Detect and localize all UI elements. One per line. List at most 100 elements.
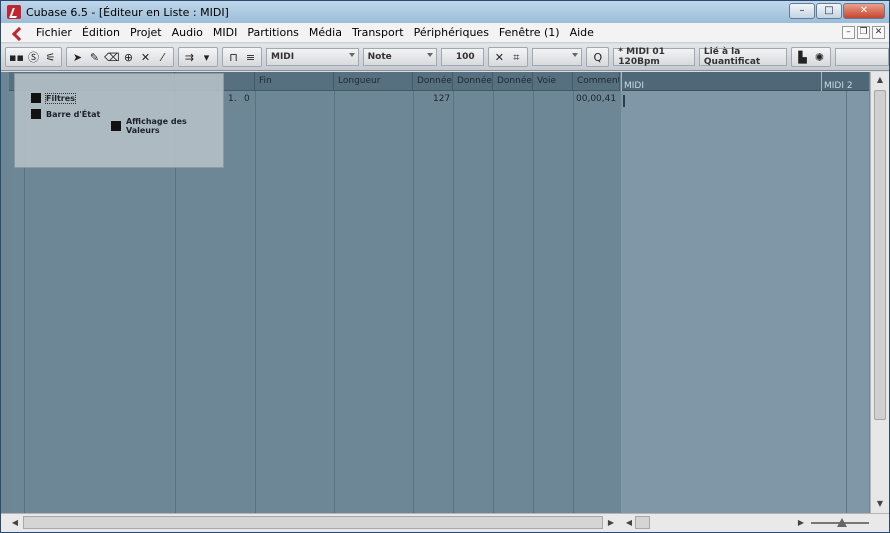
insert-velocity-value: 100 (455, 52, 475, 62)
autoscroll-dropdown-icon[interactable]: ▾ (199, 50, 214, 65)
menu-partitions[interactable]: Partitions (242, 26, 304, 39)
document-window-controls: – ❐ ✕ (842, 26, 885, 39)
column-divider (573, 91, 574, 513)
quantize-icon[interactable]: Q (590, 50, 605, 65)
show-part-borders-icon[interactable]: ⊓ (226, 50, 241, 65)
event-comment[interactable]: 00,00,41 (576, 94, 616, 104)
autoscroll-icon[interactable]: ⇉ (182, 50, 197, 65)
scroll-down-icon[interactable]: ▼ (874, 498, 886, 510)
scroll-up-icon[interactable]: ▲ (874, 74, 886, 86)
menu-midi[interactable]: MIDI (208, 26, 242, 39)
chevron-down-icon (348, 53, 355, 57)
track-info-value: * MIDI 01 120Bpm (618, 47, 665, 67)
value-display-checkbox[interactable] (111, 121, 121, 131)
toolbar-autoscroll-group: ⇉ ▾ (178, 47, 218, 67)
column-header-length[interactable]: Longueur (334, 72, 413, 91)
menu-transport[interactable]: Transport (347, 26, 409, 39)
display-horizontal-scroll-thumb[interactable] (635, 516, 650, 529)
column-header-data1[interactable]: Donnée (413, 72, 453, 91)
column-header-comment[interactable]: Commentai (573, 72, 620, 91)
maximize-button[interactable]: □ (816, 3, 842, 19)
column-header-data2[interactable]: Donnée (453, 72, 493, 91)
window-title: Cubase 6.5 - [Éditeur en Liste : MIDI] (26, 5, 229, 19)
horizontal-scroll-bar: ◀ ▶ ◀ ▶ (1, 513, 889, 532)
title-bar[interactable]: Cubase 6.5 - [Éditeur en Liste : MIDI] –… (1, 1, 889, 23)
toolbar-step-group: ✕ ⌗ (487, 47, 528, 67)
line-tool-icon[interactable]: ⁄ (155, 50, 170, 65)
vertical-scrollbar[interactable]: ▲ ▼ (870, 72, 889, 513)
filter-options-popup: Filtres Barre d'État Affichage des Valeu… (14, 73, 224, 168)
filters-option[interactable]: Filtres (31, 92, 76, 104)
menu-fichier[interactable]: Fichier (31, 26, 77, 39)
extra-toolbar-field[interactable] (834, 48, 889, 66)
doc-restore-button[interactable]: ❐ (857, 26, 870, 39)
vertical-scroll-thumb[interactable] (874, 90, 886, 420)
zoom-slider-knob-icon[interactable] (837, 518, 847, 527)
app-window: Cubase 6.5 - [Éditeur en Liste : MIDI] –… (0, 0, 890, 533)
pencil-tool-icon[interactable]: ✎ (87, 50, 102, 65)
feedback-icon[interactable]: ⚟ (43, 50, 58, 65)
quantize-length-selector[interactable]: Lié à la Quantificat (698, 47, 787, 67)
scroll-left-icon[interactable]: ◀ (623, 516, 635, 529)
status-bar-checkbox[interactable] (31, 109, 41, 119)
pointer-tool-icon[interactable]: ➤ (70, 50, 85, 65)
step-input-icon[interactable]: ✕ (492, 50, 507, 65)
status-bar-label: Barre d'État (46, 109, 101, 119)
event-display-pane[interactable]: MIDI MIDI 2 (621, 72, 869, 513)
toolbar: ▪▪ Ⓢ ⚟ ➤ ✎ ⌫ ⊕ ✕ ⁄ ⇉ ▾ ⊓ ≡ MIDI Note 100… (1, 44, 889, 71)
column-header-data3[interactable]: Donnée (493, 72, 533, 91)
menu-logo-icon[interactable] (13, 27, 25, 39)
eraser-tool-icon[interactable]: ⌫ (104, 50, 120, 65)
list-horizontal-scroll-thumb[interactable] (23, 516, 603, 529)
filters-checkbox[interactable] (31, 93, 41, 103)
event-start-tick[interactable]: 0 (244, 94, 250, 104)
solo-icon[interactable]: Ⓢ (26, 50, 41, 65)
toolbar-tools-group: ➤ ✎ ⌫ ⊕ ✕ ⁄ (66, 47, 174, 67)
event-start-bar[interactable]: 1. (228, 94, 237, 104)
value-display-option[interactable]: Affichage des Valeurs (111, 117, 223, 135)
menu-aide[interactable]: Aide (565, 26, 599, 39)
doc-minimize-button[interactable]: – (842, 26, 855, 39)
menu-edition[interactable]: Édition (77, 26, 125, 39)
edit-active-part-icon[interactable]: ≡ (243, 50, 258, 65)
quantize-length-value: Lié à la Quantificat (703, 47, 761, 67)
insert-velocity-field[interactable]: 100 (440, 48, 484, 66)
menu-media[interactable]: Média (304, 26, 347, 39)
column-header-channel[interactable]: Voie (533, 72, 573, 91)
menu-projet[interactable]: Projet (125, 26, 167, 39)
scroll-left-icon[interactable]: ◀ (9, 516, 21, 529)
status-bar-option[interactable]: Barre d'État (31, 109, 100, 119)
grid-icon[interactable]: ⌗ (509, 50, 524, 65)
close-button[interactable]: ✕ (843, 3, 885, 19)
column-divider (413, 91, 414, 513)
column-divider (255, 91, 256, 513)
event-type-selector[interactable]: Note (362, 48, 437, 66)
value-display-label: Affichage des Valeurs (125, 117, 187, 135)
menu-peripheriques[interactable]: Périphériques (409, 26, 494, 39)
grid-selector[interactable] (531, 48, 583, 66)
inspector-toggle-icon[interactable]: ▪▪ (9, 50, 24, 65)
part-selector[interactable]: MIDI (266, 48, 359, 66)
toolbar-view-group: ▪▪ Ⓢ ⚟ (5, 47, 62, 67)
midi-event-bar[interactable] (623, 95, 625, 107)
doc-close-button[interactable]: ✕ (872, 26, 885, 39)
scroll-right-icon[interactable]: ▶ (795, 516, 807, 529)
timeline-ruler[interactable]: MIDI MIDI 2 (621, 72, 869, 91)
color-wheel-icon[interactable]: ✺ (812, 50, 827, 65)
column-header-end[interactable]: Fin (255, 72, 334, 91)
chevron-down-icon (426, 53, 433, 57)
mute-tool-icon[interactable]: ✕ (138, 50, 153, 65)
menu-audio[interactable]: Audio (167, 26, 208, 39)
event-type-value: Note (367, 52, 392, 62)
scroll-right-icon[interactable]: ▶ (605, 516, 617, 529)
minimize-button[interactable]: – (789, 3, 815, 19)
bar-chart-icon[interactable]: ▙ (795, 50, 810, 65)
column-divider (334, 91, 335, 513)
toolbar-quantize-group: Q (586, 47, 610, 67)
window-controls: – □ ✕ (789, 3, 885, 19)
column-divider (533, 91, 534, 513)
zoom-tool-icon[interactable]: ⊕ (121, 50, 136, 65)
event-velocity[interactable]: 127 (433, 94, 450, 104)
track-info-field[interactable]: * MIDI 01 120Bpm (613, 47, 695, 67)
menu-fenetre[interactable]: Fenêtre (1) (494, 26, 565, 39)
